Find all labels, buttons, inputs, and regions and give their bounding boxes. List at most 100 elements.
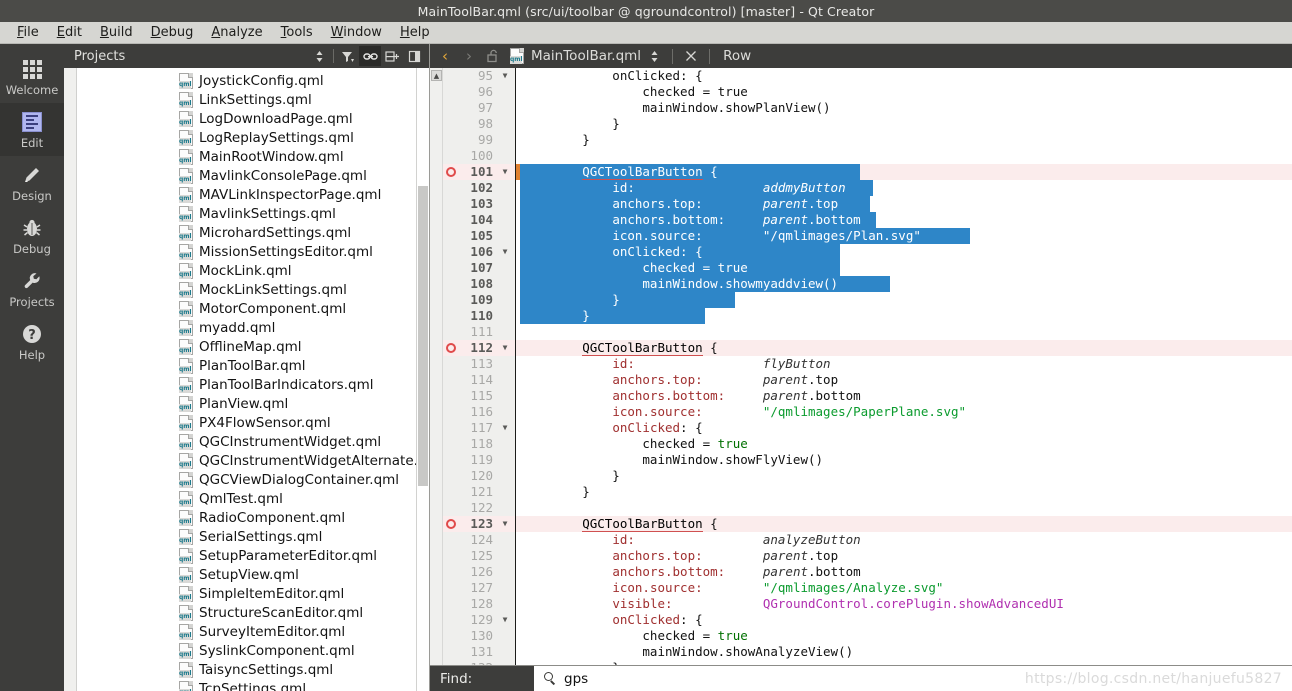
code-line-119[interactable]: mainWindow.showFlyView() (516, 452, 1292, 468)
scroll-up-arrow-icon[interactable]: ▲ (431, 70, 442, 81)
gutter-line-107[interactable]: 107 (443, 260, 515, 276)
tree-file-item[interactable]: qml MavlinkConsolePage.qml (177, 166, 429, 185)
gutter-line-128[interactable]: 128 (443, 596, 515, 612)
tree-file-item[interactable]: qml SimpleItemEditor.qml (177, 584, 429, 603)
code-line-106[interactable]: onClicked: { (516, 244, 1292, 260)
gutter-line-98[interactable]: 98 (443, 116, 515, 132)
code-line-128[interactable]: visible: QGroundControl.corePlugin.showA… (516, 596, 1292, 612)
tree-file-item[interactable]: qml LinkSettings.qml (177, 90, 429, 109)
gutter-line-108[interactable]: 108 (443, 276, 515, 292)
code-line-98[interactable]: } (516, 116, 1292, 132)
fold-arrow-icon[interactable]: ▼ (499, 340, 511, 356)
tree-file-item[interactable]: qml TcpSettings.qml (177, 679, 429, 691)
code-line-116[interactable]: icon.source: "/qmlimages/PaperPlane.svg" (516, 404, 1292, 420)
code-line-100[interactable] (516, 148, 1292, 164)
code-line-124[interactable]: id: analyzeButton (516, 532, 1292, 548)
code-line-117[interactable]: onClicked: { (516, 420, 1292, 436)
code-line-121[interactable]: } (516, 484, 1292, 500)
gutter-line-114[interactable]: 114 (443, 372, 515, 388)
sidebar-toggle-icon[interactable] (403, 46, 425, 66)
code-line-101[interactable]: QGCToolBarButton { (516, 164, 1292, 180)
tree-file-item[interactable]: qml QGCInstrumentWidget.qml (177, 432, 429, 451)
code-line-110[interactable]: } (516, 308, 1292, 324)
gutter-line-111[interactable]: 111 (443, 324, 515, 340)
tree-file-item[interactable]: qml MotorComponent.qml (177, 299, 429, 318)
mode-edit[interactable]: Edit (0, 103, 64, 156)
navigate-back-button[interactable]: ‹ (434, 47, 456, 65)
gutter-line-95[interactable]: 95 ▼ (443, 68, 515, 84)
tree-file-item[interactable]: qml TaisyncSettings.qml (177, 660, 429, 679)
line-number-gutter[interactable]: 95 ▼ 96 97 98 99 100 101 ▼ 102 103 104 105 106 ▼ 107 108… (443, 68, 516, 665)
mode-projects[interactable]: Projects (0, 262, 64, 315)
code-line-115[interactable]: anchors.bottom: parent.bottom (516, 388, 1292, 404)
filter-icon[interactable] (337, 46, 359, 66)
gutter-line-124[interactable]: 124 (443, 532, 515, 548)
menu-item-tools[interactable]: Tools (272, 23, 322, 43)
tree-file-item[interactable]: qml PX4FlowSensor.qml (177, 413, 429, 432)
tree-file-item[interactable]: qml PlanView.qml (177, 394, 429, 413)
scrollbar-thumb[interactable] (418, 186, 428, 486)
tree-file-list[interactable]: qml JoystickConfig.qml qml LinkSettings.qml… (177, 68, 429, 691)
tree-file-item[interactable]: qml QGCInstrumentWidgetAlternate.qml (177, 451, 429, 470)
code-line-120[interactable]: } (516, 468, 1292, 484)
gutter-line-127[interactable]: 127 (443, 580, 515, 596)
tree-file-item[interactable]: qml SetupView.qml (177, 565, 429, 584)
tree-file-item[interactable]: qml myadd.qml (177, 318, 429, 337)
mode-design[interactable]: Design (0, 156, 64, 209)
gutter-line-117[interactable]: 117 ▼ (443, 420, 515, 436)
close-icon[interactable] (680, 50, 702, 62)
code-line-122[interactable] (516, 500, 1292, 516)
tree-file-item[interactable]: qml SetupParameterEditor.qml (177, 546, 429, 565)
code-line-103[interactable]: anchors.top: parent.top (516, 196, 1292, 212)
breakpoint-marker-icon[interactable] (446, 519, 456, 529)
gutter-line-120[interactable]: 120 (443, 468, 515, 484)
mode-debug[interactable]: Debug (0, 209, 64, 262)
code-line-107[interactable]: checked = true (516, 260, 1292, 276)
fold-arrow-icon[interactable]: ▼ (499, 68, 511, 84)
code-line-113[interactable]: id: flyButton (516, 356, 1292, 372)
code-line-109[interactable]: } (516, 292, 1292, 308)
tree-file-item[interactable]: qml LogDownloadPage.qml (177, 109, 429, 128)
code-line-102[interactable]: id: addmyButton (516, 180, 1292, 196)
sort-updown-icon[interactable] (308, 46, 330, 66)
code-scroll-viewport[interactable]: onClicked: { checked = true mainWindow.s… (516, 68, 1292, 665)
gutter-line-115[interactable]: 115 (443, 388, 515, 404)
menu-item-build[interactable]: Build (91, 23, 142, 43)
tree-file-item[interactable]: qml MockLinkSettings.qml (177, 280, 429, 299)
gutter-line-100[interactable]: 100 (443, 148, 515, 164)
code-line-105[interactable]: icon.source: "/qmlimages/Plan.svg" (516, 228, 1292, 244)
code-line-96[interactable]: checked = true (516, 84, 1292, 100)
updown-arrows-icon[interactable] (643, 50, 665, 63)
gutter-line-116[interactable]: 116 (443, 404, 515, 420)
mode-welcome[interactable]: Welcome (0, 50, 64, 103)
tree-vertical-scrollbar[interactable] (416, 68, 429, 691)
find-bar[interactable]: Find: gps https://blog.csdn.net/hanjuefu… (430, 665, 1292, 691)
tree-file-item[interactable]: qml SurveyItemEditor.qml (177, 622, 429, 641)
tree-file-item[interactable]: qml SyslinkComponent.qml (177, 641, 429, 660)
gutter-line-119[interactable]: 119 (443, 452, 515, 468)
gutter-line-123[interactable]: 123 ▼ (443, 516, 515, 532)
gutter-line-106[interactable]: 106 ▼ (443, 244, 515, 260)
gutter-line-126[interactable]: 126 (443, 564, 515, 580)
code-line-97[interactable]: mainWindow.showPlanView() (516, 100, 1292, 116)
code-line-125[interactable]: anchors.top: parent.top (516, 548, 1292, 564)
gutter-line-125[interactable]: 125 (443, 548, 515, 564)
gutter-line-129[interactable]: 129 ▼ (443, 612, 515, 628)
menu-item-file[interactable]: File (8, 23, 48, 43)
gutter-line-97[interactable]: 97 (443, 100, 515, 116)
gutter-line-96[interactable]: 96 (443, 84, 515, 100)
tree-file-item[interactable]: qml MainRootWindow.qml (177, 147, 429, 166)
tree-file-item[interactable]: qml SerialSettings.qml (177, 527, 429, 546)
menu-item-analyze[interactable]: Analyze (202, 23, 271, 43)
menu-item-window[interactable]: Window (322, 23, 391, 43)
gutter-line-113[interactable]: 113 (443, 356, 515, 372)
gutter-line-112[interactable]: 112 ▼ (443, 340, 515, 356)
tree-file-item[interactable]: qml MockLink.qml (177, 261, 429, 280)
code-editor-area[interactable]: ▲ 95 ▼ 96 97 98 99 100 101 ▼ 102 103 104 105 106 ▼ 107 1… (430, 68, 1292, 665)
gutter-line-122[interactable]: 122 (443, 500, 515, 516)
gutter-line-102[interactable]: 102 (443, 180, 515, 196)
mode-help[interactable]: ? Help (0, 315, 64, 368)
code-line-130[interactable]: checked = true (516, 628, 1292, 644)
project-file-tree[interactable]: qml JoystickConfig.qml qml LinkSettings.qml… (64, 68, 429, 691)
code-line-131[interactable]: mainWindow.showAnalyzeView() (516, 644, 1292, 660)
